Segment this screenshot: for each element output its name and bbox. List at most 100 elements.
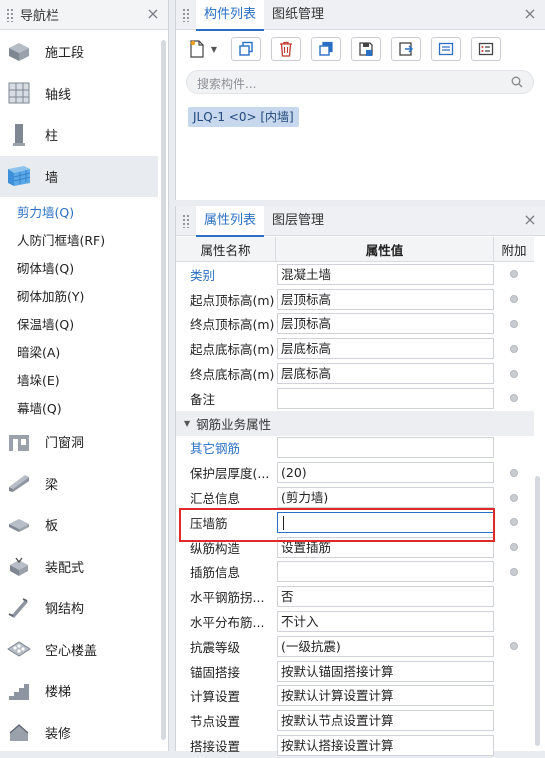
extra-checkbox-icon[interactable] [510,394,518,403]
property-name[interactable]: 其它钢筋 [176,438,276,457]
extra-checkbox-icon[interactable] [510,567,518,576]
nav-item[interactable]: 轴线 [0,73,158,115]
property-name: 汇总信息 [190,491,241,507]
drag-handle-icon[interactable] [6,7,14,22]
extra-checkbox-icon[interactable] [510,319,518,328]
property-group-header[interactable]: ▼ 钢筋业务属性 [176,410,534,436]
drag-handle-icon[interactable] [182,213,190,228]
nav-item[interactable]: 梁 [0,463,158,505]
nav-sub-item[interactable]: 人防门框墙(RF) [0,225,158,253]
tab-layer-management[interactable]: 图层管理 [264,206,332,236]
tab-drawing-management[interactable]: 图纸管理 [264,0,332,30]
drag-handle-icon[interactable] [182,7,190,22]
extra-checkbox-icon[interactable] [510,543,518,552]
property-value-input[interactable] [277,437,494,459]
extra-cell [494,468,534,477]
extra-checkbox-icon[interactable] [510,518,518,527]
extra-cell [494,344,534,353]
nav-item[interactable]: 施工段 [0,31,158,73]
nav-item-label: 空心楼盖 [45,643,98,659]
new-component-button[interactable] [186,37,208,61]
filter-list-button[interactable] [471,37,501,61]
property-value-input[interactable]: 否 [277,586,494,608]
tab-property-list[interactable]: 属性列表 [196,205,265,237]
property-value-input[interactable]: 按默认计算设置计算 [277,685,494,707]
component-search-input[interactable]: 搜索构件... [186,70,534,94]
nav-item-label: 钢结构 [45,602,85,618]
nav-scrollbar[interactable] [161,40,166,740]
nav-item[interactable]: 钢结构 [0,587,158,629]
extra-checkbox-icon[interactable] [510,295,518,304]
nav-item[interactable]: 墙 [0,155,158,197]
component-toolbar: ▼ [186,37,511,61]
property-value-input[interactable]: 层顶标高 [277,288,494,310]
nav-item[interactable]: 门窗洞 [0,421,158,463]
save-template-button[interactable] [351,37,381,61]
copy-layer-button[interactable] [311,37,341,61]
property-value-input[interactable]: 层底标高 [277,338,494,360]
copy-button[interactable] [231,37,261,61]
extra-checkbox-icon[interactable] [510,468,518,477]
nav-item-label: 施工段 [45,46,85,62]
new-dropdown-chevron-icon[interactable]: ▼ [209,37,219,61]
property-value-text: (剪力墙) [281,490,329,506]
new-file-icon [190,40,204,58]
property-view-button[interactable] [431,37,461,61]
nav-sub-item[interactable]: 保温墙(Q) [0,309,158,337]
extra-checkbox-icon[interactable] [510,493,518,502]
property-value-input[interactable]: (剪力墙) [277,487,494,509]
component-item[interactable]: JLQ-1 <0> [内墙] [188,107,299,127]
close-icon[interactable]: × [146,6,160,22]
nav-sub-item[interactable]: 砌体加筋(Y) [0,281,158,309]
stairs-icon [6,678,32,704]
nav-item-label: 梁 [45,477,59,493]
extra-checkbox-icon[interactable] [510,369,518,378]
collapse-caret-icon[interactable]: ▼ [184,419,190,428]
properties-scrollbar[interactable] [535,476,540,746]
property-value-input[interactable]: (一级抗震) [277,635,494,657]
property-value-input[interactable]: 混凝土墙 [277,263,494,285]
export-button[interactable] [391,37,421,61]
search-icon[interactable] [511,76,523,88]
property-value-input[interactable]: 层底标高 [277,363,494,385]
property-name: 保护层厚度(... [190,466,270,482]
property-value-input[interactable]: 层顶标高 [277,313,494,335]
nav-item[interactable]: 空心楼盖 [0,629,158,671]
property-value-input[interactable] [277,387,494,409]
nav-item[interactable]: 柱 [0,114,158,156]
delete-button[interactable] [271,37,301,61]
nav-item[interactable]: 楼梯 [0,670,158,712]
nav-list: 施工段轴线柱墙剪力墙(Q) 人防门框墙(RF) 砌体墙(Q) 砌体加筋(Y) 保温墙(Q… [0,31,158,753]
property-value-input[interactable]: 按默认锚固搭接计算 [277,660,494,682]
door-window-icon [6,429,32,455]
property-name: 起点底标高(m) [190,342,275,358]
nav-sub-item[interactable]: 墙垛(E) [0,365,158,393]
extra-checkbox-icon[interactable] [510,270,518,279]
highlight-box [179,508,495,542]
nav-sub-item[interactable]: 砌体墙(Q) [0,253,158,281]
nav-item-label: 门窗洞 [45,436,85,452]
close-icon[interactable]: × [523,6,537,22]
property-name: 插筋信息 [190,565,241,581]
save-icon [359,42,373,56]
nav-sub-item[interactable]: 幕墙(Q) [0,393,158,421]
nav-sub-item[interactable]: 暗梁(A) [0,337,158,365]
close-icon[interactable]: × [523,212,537,228]
nav-item[interactable]: 装配式 [0,546,158,588]
property-value-input[interactable] [277,561,494,583]
nav-item[interactable]: 板 [0,504,158,546]
extra-checkbox-icon[interactable] [510,642,518,651]
property-value-input[interactable]: 不计入 [277,611,494,633]
nav-item[interactable]: 装修 [0,712,158,754]
nav-item-label: 楼梯 [45,685,72,701]
header-property-name: 属性名称 [176,237,276,261]
property-value-input[interactable]: 按默认节点设置计算 [277,710,494,732]
tab-component-list[interactable]: 构件列表 [196,0,265,31]
nav-sub-item[interactable]: 剪力墙(Q) [0,197,158,225]
property-value-input[interactable]: 按默认搭接设置计算 [277,735,494,757]
property-row: 起点底标高(m) 层底标高 [176,336,534,361]
extra-checkbox-icon[interactable] [510,344,518,353]
property-name[interactable]: 类别 [176,265,276,284]
extra-cell [494,642,534,651]
property-value-input[interactable]: (20) [277,462,494,484]
